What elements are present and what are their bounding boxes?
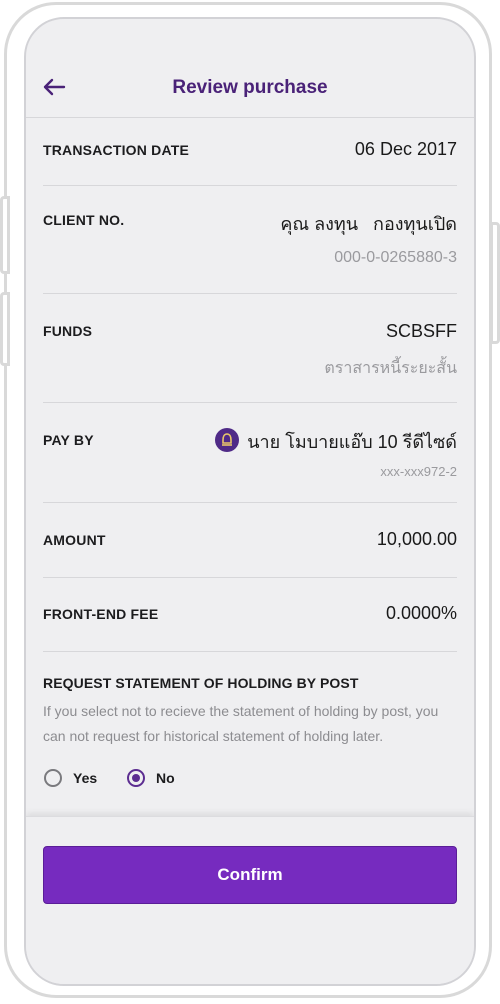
transaction-date-label: TRANSACTION DATE: [43, 142, 190, 158]
pay-by-account-name: นาย โมบายแอ๊บ 10 รีดีไซด์: [215, 427, 457, 456]
radio-no[interactable]: No: [127, 767, 175, 789]
statement-title: REQUEST STATEMENT OF HOLDING BY POST: [43, 675, 359, 691]
pay-by-account-number: xxx-xxx972-2: [380, 464, 457, 479]
confirm-button[interactable]: Confirm: [43, 846, 457, 904]
client-name-value: คุณ ลงทุน กองทุนเปิด: [280, 214, 457, 234]
transaction-date-row: TRANSACTION DATE 06 Dec 2017: [43, 117, 457, 186]
statement-description: If you select not to recieve the stateme…: [43, 703, 439, 744]
front-end-fee-label: FRONT-END FEE: [43, 606, 159, 622]
client-no-label: CLIENT NO.: [43, 212, 125, 228]
power-button: [490, 222, 500, 344]
bank-logo-icon: [215, 428, 240, 452]
radio-no-label[interactable]: No: [156, 770, 175, 786]
client-no-row: CLIENT NO. คุณ ลงทุน กองทุนเปิด 000-0-02…: [43, 185, 457, 294]
pay-by-label: PAY BY: [43, 432, 94, 448]
radio-yes-circle[interactable]: [44, 769, 62, 787]
amount-row: AMOUNT 10,000.00: [43, 502, 457, 578]
front-end-fee-row: FRONT-END FEE 0.0000%: [43, 577, 457, 652]
radio-no-circle[interactable]: [127, 769, 145, 787]
amount-value: 10,000.00: [376, 529, 457, 549]
pay-by-account-text: นาย โมบายแอ๊บ 10 รีดีไซด์: [247, 432, 457, 452]
app-screen: Review purchase TRANSACTION DATE 06 Dec …: [24, 17, 476, 986]
fund-code-value: SCBSFF: [385, 321, 457, 341]
client-number-value: 000-0-0265880-3: [334, 249, 457, 266]
volume-down-button: [0, 292, 10, 366]
pay-by-row: PAY BY นาย โมบายแอ๊บ 10 รีดีไซด์ xxx-xxx…: [43, 402, 457, 503]
page-title: Review purchase: [172, 77, 328, 98]
fund-name-value: ตราสารหนี้ระยะสั้น: [324, 360, 457, 377]
funds-label: FUNDS: [43, 323, 93, 339]
amount-label: AMOUNT: [43, 532, 106, 548]
header: Review purchase: [26, 19, 474, 118]
radio-yes-label[interactable]: Yes: [73, 770, 97, 786]
bottom-bar: Confirm: [26, 816, 474, 984]
front-end-fee-value: 0.0000%: [385, 603, 457, 623]
funds-row: FUNDS SCBSFF ตราสารหนี้ระยะสั้น: [43, 293, 457, 403]
transaction-date-value: 06 Dec 2017: [354, 139, 457, 159]
radio-yes[interactable]: Yes: [44, 767, 97, 789]
volume-up-button: [0, 196, 10, 274]
